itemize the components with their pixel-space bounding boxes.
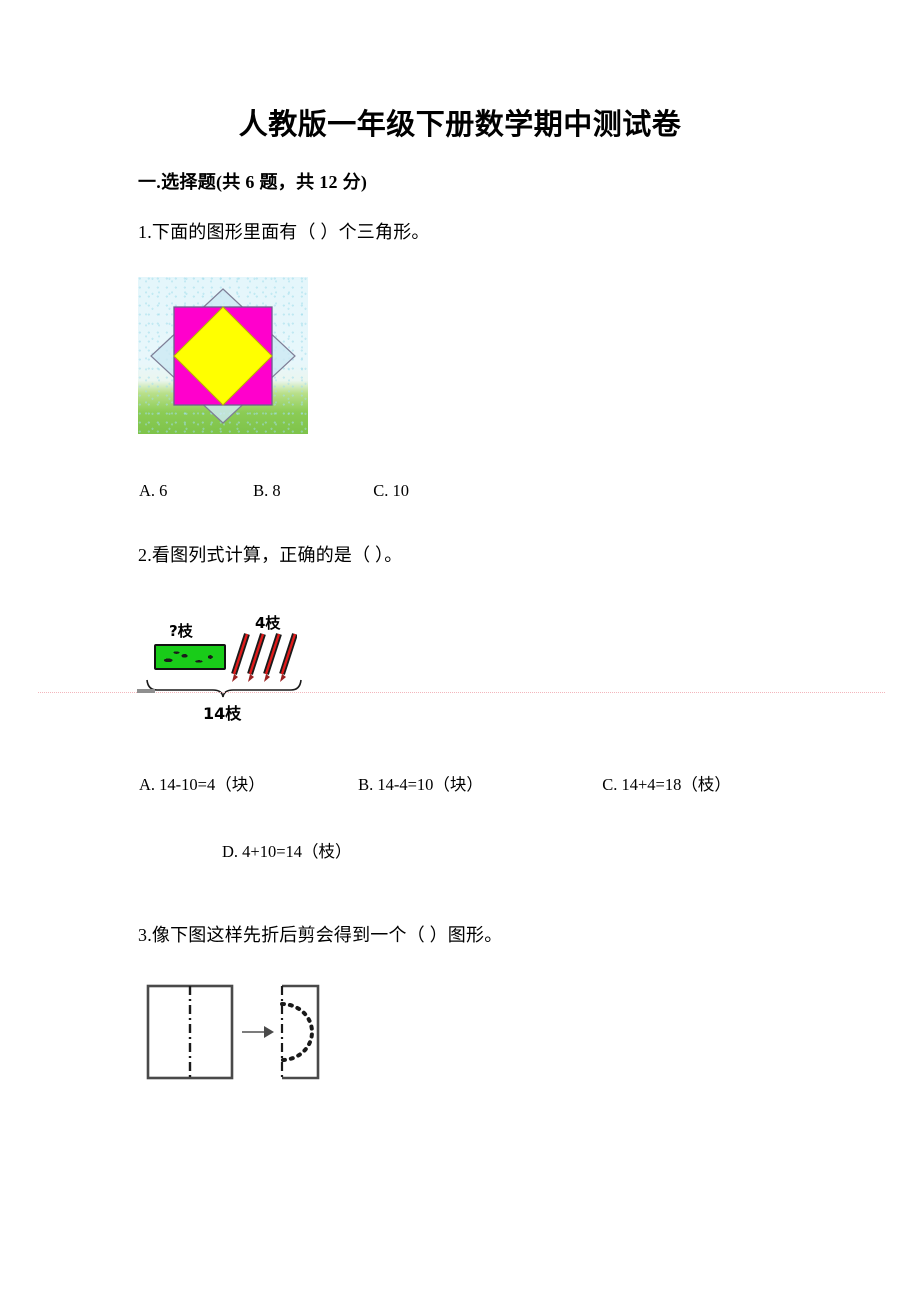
option-2-c[interactable]: C. 14+4=18（枝） [602, 771, 731, 795]
question-2-options-row-1: A. 14-10=4（块） B. 14-4=10（块） C. 14+4=18（枝… [139, 771, 731, 795]
section-heading-multiple-choice: 一.选择题(共 6 题，共 12 分) [138, 172, 368, 192]
option-1-c[interactable]: C. 10 [373, 481, 409, 501]
nested-shapes-svg [150, 288, 296, 424]
total-brace-icon [146, 679, 302, 698]
binding-dotted-line [38, 692, 885, 694]
question-3-text: 3.像下图这样先折后剪会得到一个（ ）图形。 [138, 925, 503, 945]
option-1-a[interactable]: A. 6 [139, 481, 249, 501]
pencils-label: 4枝 [255, 614, 281, 632]
question-1-options: A. 6 B. 8 C. 10 [139, 481, 409, 501]
option-1-b[interactable]: B. 8 [253, 481, 369, 501]
fold-and-cut-svg [146, 984, 320, 1080]
total-label: 14枝 [203, 704, 242, 723]
binding-mark [137, 689, 155, 693]
right-square-shape [282, 984, 320, 1080]
pencil-case-label: ?枝 [169, 622, 193, 640]
option-2-b[interactable]: B. 14-4=10（块） [358, 771, 598, 795]
pencil-case-icon [154, 644, 226, 670]
arrow-head-icon [264, 1026, 274, 1038]
question-1-text: 1.下面的图形里面有（ ）个三角形。 [138, 222, 430, 242]
document-page: 人教版一年级下册数学期中测试卷 一.选择题(共 6 题，共 12 分) 1.下面… [0, 0, 920, 1302]
question-2-text: 2.看图列式计算，正确的是（ ）。 [138, 545, 403, 565]
question-1-figure [138, 277, 308, 434]
option-2-d[interactable]: D. 4+10=14（枝） [222, 838, 352, 862]
page-title: 人教版一年级下册数学期中测试卷 [238, 109, 682, 141]
option-2-a[interactable]: A. 14-10=4（块） [139, 771, 354, 795]
pencil-case-pattern [156, 646, 224, 668]
question-3-figure [146, 982, 322, 1082]
question-2-figure: ?枝 4枝 14枝 [145, 612, 325, 724]
question-2-options-row-2: D. 4+10=14（枝） [222, 838, 352, 862]
